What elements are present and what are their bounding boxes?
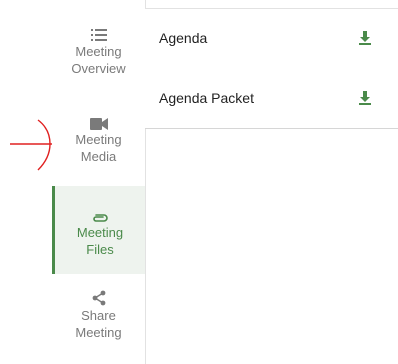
list-icon [90, 20, 107, 42]
file-row[interactable]: Agenda Packet [145, 69, 398, 127]
file-row[interactable]: Agenda [145, 9, 398, 67]
sidebar-item-meeting-overview[interactable]: Meeting Overview [52, 20, 145, 77]
download-icon[interactable] [359, 91, 371, 110]
meeting-files-list: Agenda Agenda Packet [145, 9, 398, 129]
sidebar-item-label: Meeting Media [75, 132, 122, 164]
sidebar-item-meeting-media[interactable]: Meeting Media [52, 108, 145, 165]
paperclip-icon [92, 201, 108, 223]
sidebar-item-label: Meeting Files [76, 225, 124, 257]
sidebar-item-share-meeting[interactable]: Share Meeting [52, 284, 145, 341]
video-camera-icon [89, 108, 108, 130]
meeting-sidebar: Meeting Overview Meeting Media Meeting F… [52, 0, 146, 364]
share-icon [92, 284, 106, 306]
file-name: Agenda Packet [159, 90, 254, 106]
sidebar-item-label: Meeting Overview [71, 44, 126, 76]
sidebar-item-meeting-files[interactable]: Meeting Files [52, 186, 145, 274]
download-icon[interactable] [359, 31, 371, 50]
file-name: Agenda [159, 30, 208, 46]
sidebar-item-label: Share Meeting [75, 308, 122, 340]
